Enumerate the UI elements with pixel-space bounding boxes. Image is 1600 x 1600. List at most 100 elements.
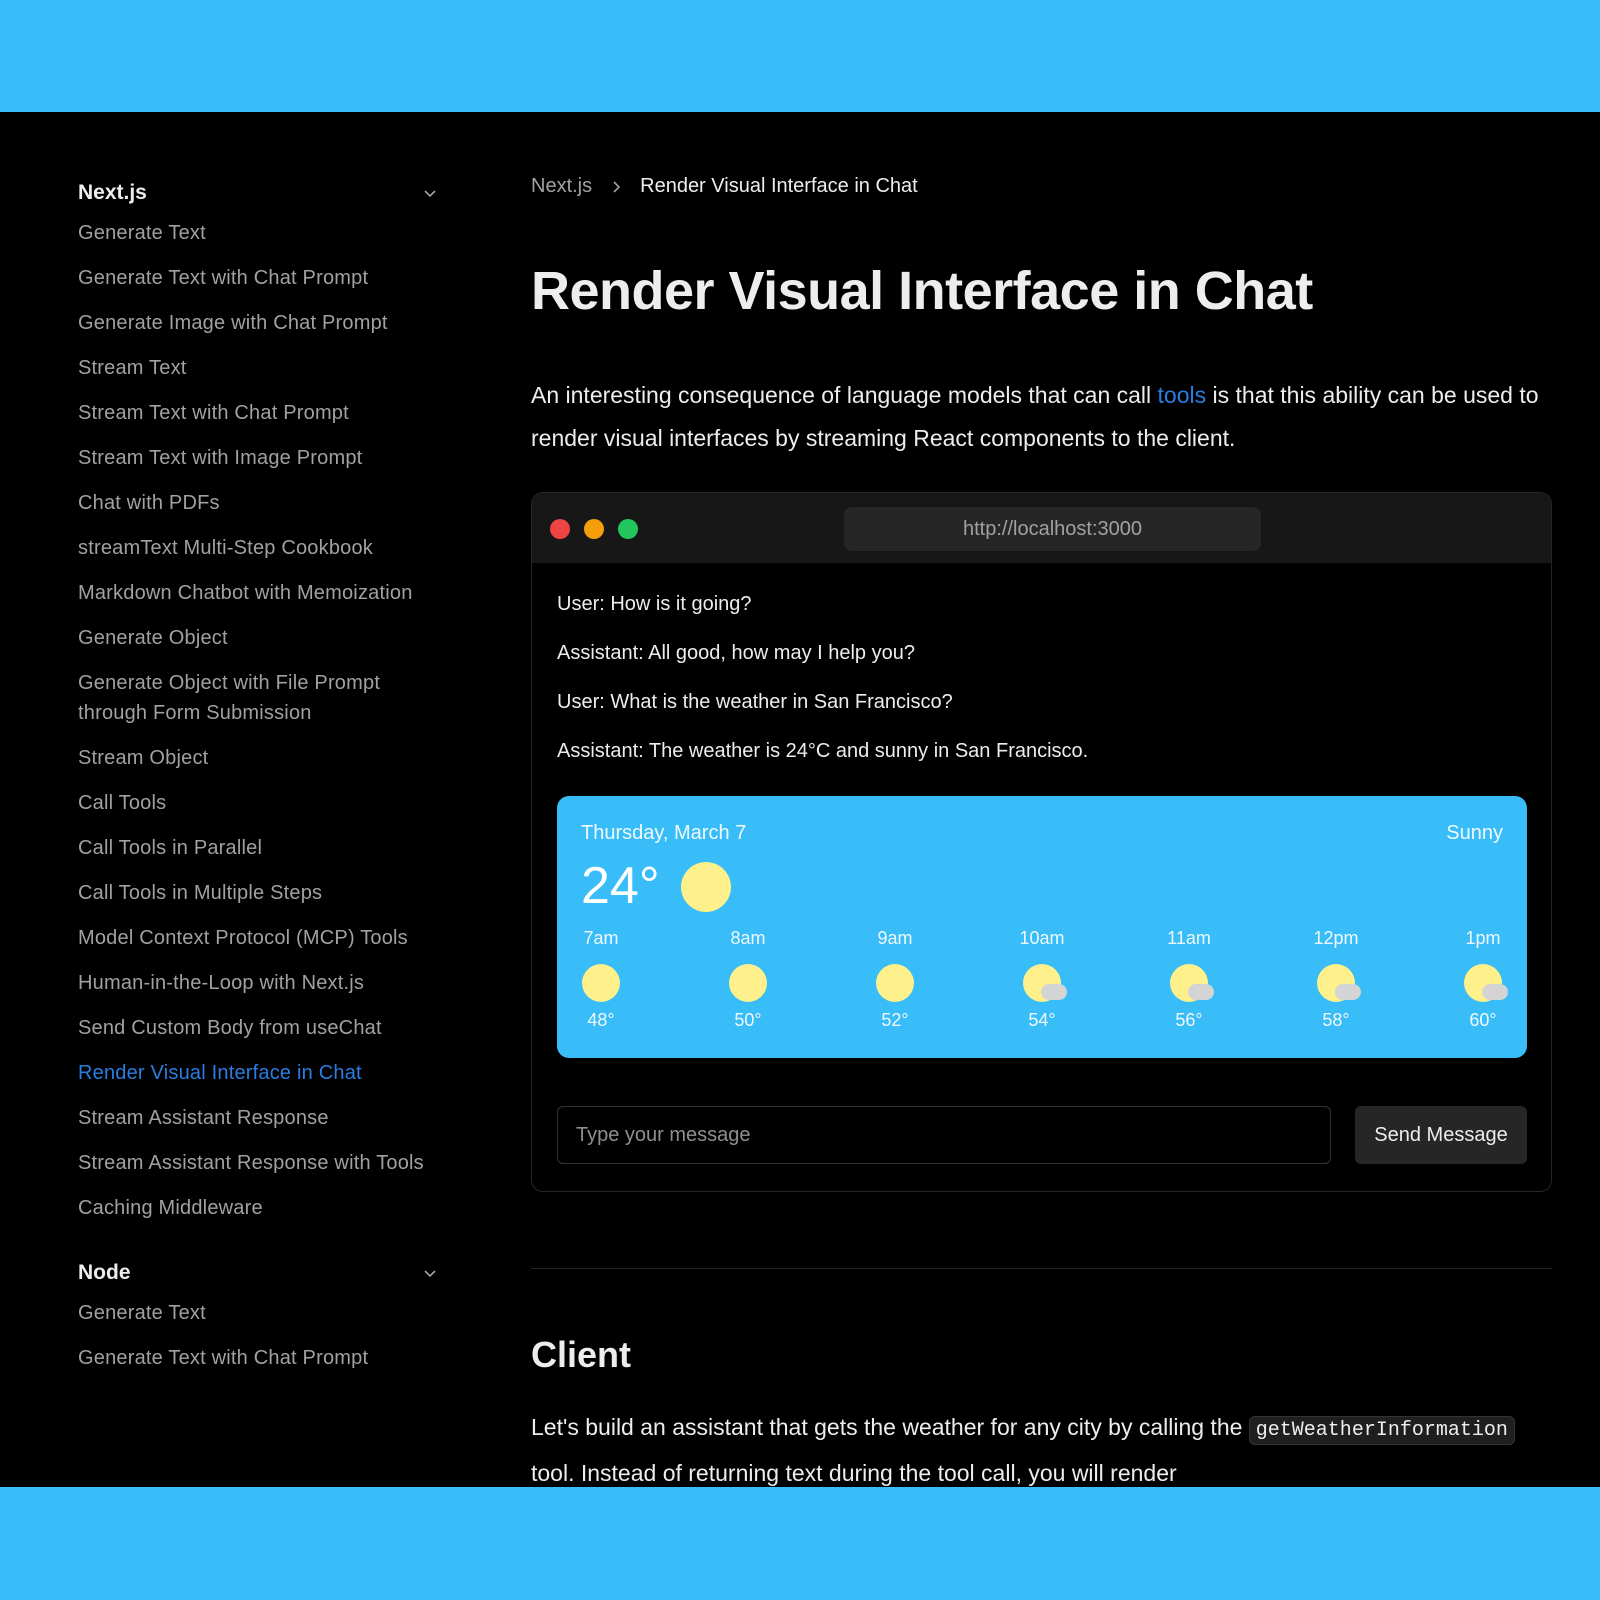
sidebar-item-generate-text-with-chat-prompt[interactable]: Generate Text with Chat Prompt xyxy=(78,1336,453,1381)
sidebar-item-stream-text[interactable]: Stream Text xyxy=(78,346,453,391)
docs-page: Next.js Generate Text Generate Text with … xyxy=(0,112,1600,1487)
chevron-right-icon xyxy=(608,179,624,195)
partly-cloudy-icon xyxy=(1023,964,1067,1002)
chevron-down-icon[interactable] xyxy=(419,1262,441,1284)
hour-time: 7am xyxy=(583,928,619,948)
sidebar-list-nextjs: Generate Text Generate Text with Chat Pro… xyxy=(78,211,453,1231)
hourly-forecast: 7am 48° 8am 50° 9am 52° 10am 54° 11am 56° 12pm 58° 1… xyxy=(581,928,1508,1031)
sidebar-section-title: Next.js xyxy=(78,181,147,204)
hour-forecast: 1pm 60° xyxy=(1463,928,1508,1031)
demo-browser-window: http://localhost:3000 User: How is it go… xyxy=(531,492,1552,1192)
cloud-icon xyxy=(1041,984,1067,1000)
hour-forecast: 11am 56° xyxy=(1167,928,1214,1031)
sidebar-item-generate-object[interactable]: Generate Object xyxy=(78,616,453,661)
minimize-window-dot xyxy=(584,519,604,539)
hour-time: 8am xyxy=(730,928,766,948)
hour-forecast: 9am 52° xyxy=(875,928,915,1031)
sun-icon xyxy=(582,964,620,1002)
partly-cloudy-icon xyxy=(1170,964,1214,1002)
section-divider xyxy=(531,1268,1552,1269)
tools-link[interactable]: tools xyxy=(1158,382,1207,408)
sidebar-item-stream-assistant-response[interactable]: Stream Assistant Response xyxy=(78,1096,453,1141)
message-input[interactable] xyxy=(557,1106,1331,1164)
sidebar-section-node[interactable]: Node xyxy=(78,1255,453,1291)
sidebar-item-generate-object-with-file-prompt-through-form-submission[interactable]: Generate Object with File Prompt through… xyxy=(78,661,453,736)
chat-message: User: How is it going? xyxy=(557,593,752,615)
client-text: Let's build an assistant that gets the w… xyxy=(531,1414,1249,1440)
url-bar: http://localhost:3000 xyxy=(844,507,1261,551)
send-message-button[interactable]: Send Message xyxy=(1355,1106,1527,1164)
sidebar-item-caching-middleware[interactable]: Caching Middleware xyxy=(78,1186,453,1231)
sidebar-item-model-context-protocol-mcp-tools[interactable]: Model Context Protocol (MCP) Tools xyxy=(78,916,453,961)
sidebar-item-markdown-chatbot-with-memoization[interactable]: Markdown Chatbot with Memoization xyxy=(78,571,453,616)
browser-toolbar: http://localhost:3000 xyxy=(532,493,1551,563)
sidebar-item-human-in-the-loop-with-next-js[interactable]: Human-in-the-Loop with Next.js xyxy=(78,961,453,1006)
hour-temp: 58° xyxy=(1322,1010,1350,1030)
hour-time: 9am xyxy=(877,928,913,948)
hour-temp: 56° xyxy=(1175,1010,1203,1030)
sidebar-item-generate-text-with-chat-prompt[interactable]: Generate Text with Chat Prompt xyxy=(78,256,453,301)
sun-icon xyxy=(876,964,914,1002)
hour-forecast: 7am 48° xyxy=(581,928,621,1031)
intro-text: An interesting consequence of language m… xyxy=(531,382,1158,408)
close-window-dot xyxy=(550,519,570,539)
hour-time: 10am xyxy=(1019,928,1065,948)
partly-cloudy-icon xyxy=(1464,964,1508,1002)
sidebar-section-title: Node xyxy=(78,1261,131,1284)
sidebar-item-stream-text-with-chat-prompt[interactable]: Stream Text with Chat Prompt xyxy=(78,391,453,436)
sidebar-item-call-tools-in-parallel[interactable]: Call Tools in Parallel xyxy=(78,826,453,871)
inline-code: getWeatherInformation xyxy=(1248,1416,1515,1445)
sun-icon xyxy=(681,862,731,912)
sidebar: Next.js Generate Text Generate Text with … xyxy=(78,175,453,1381)
chevron-down-icon[interactable] xyxy=(419,182,441,204)
weather-condition: Sunny xyxy=(1446,822,1503,844)
partly-cloudy-icon xyxy=(1317,964,1361,1002)
hour-temp: 52° xyxy=(881,1010,909,1030)
cloud-icon xyxy=(1335,984,1361,1000)
client-paragraph: Let's build an assistant that gets the w… xyxy=(531,1406,1551,1487)
weather-date: Thursday, March 7 xyxy=(581,822,747,844)
sidebar-item-generate-text[interactable]: Generate Text xyxy=(78,211,453,256)
sun-icon xyxy=(876,964,914,1002)
sidebar-item-stream-text-with-image-prompt[interactable]: Stream Text with Image Prompt xyxy=(78,436,453,481)
sidebar-item-generate-text[interactable]: Generate Text xyxy=(78,1291,453,1336)
sidebar-list-node: Generate Text Generate Text with Chat Pro… xyxy=(78,1291,453,1381)
maximize-window-dot xyxy=(618,519,638,539)
sidebar-item-render-visual-interface-in-chat[interactable]: Render Visual Interface in Chat xyxy=(78,1051,453,1096)
hour-temp: 50° xyxy=(734,1010,762,1030)
page-title: Render Visual Interface in Chat xyxy=(531,261,1313,321)
chat-message: Assistant: The weather is 24°C and sunny… xyxy=(557,740,1089,762)
sidebar-item-stream-object[interactable]: Stream Object xyxy=(78,736,453,781)
hour-time: 1pm xyxy=(1465,928,1501,948)
sun-icon xyxy=(582,964,620,1002)
sidebar-item-send-custom-body-from-usechat[interactable]: Send Custom Body from useChat xyxy=(78,1006,453,1051)
hour-forecast: 12pm 58° xyxy=(1313,928,1361,1031)
hour-temp: 48° xyxy=(587,1010,615,1030)
intro-paragraph: An interesting consequence of language m… xyxy=(531,374,1541,460)
chat-message: User: What is the weather in San Francis… xyxy=(557,691,953,713)
breadcrumb-parent-link[interactable]: Next.js xyxy=(531,175,592,198)
breadcrumb: Next.js Render Visual Interface in Chat xyxy=(531,175,918,198)
sidebar-item-chat-with-pdfs[interactable]: Chat with PDFs xyxy=(78,481,453,526)
sidebar-item-stream-assistant-response-with-tools[interactable]: Stream Assistant Response with Tools xyxy=(78,1141,453,1186)
sidebar-item-streamtext-multi-step-cookbook[interactable]: streamText Multi-Step Cookbook xyxy=(78,526,453,571)
sidebar-section-nextjs[interactable]: Next.js xyxy=(78,175,453,211)
cloud-icon xyxy=(1482,984,1508,1000)
hour-time: 11am xyxy=(1167,928,1211,948)
sun-icon xyxy=(729,964,767,1002)
client-text: tool. Instead of returning text during t… xyxy=(531,1460,1177,1486)
sidebar-item-call-tools[interactable]: Call Tools xyxy=(78,781,453,826)
sidebar-item-call-tools-in-multiple-steps[interactable]: Call Tools in Multiple Steps xyxy=(78,871,453,916)
weather-card: Thursday, March 7 Sunny 24° 7am 48° 8am 50°… xyxy=(557,796,1527,1058)
hour-temp: 54° xyxy=(1028,1010,1056,1030)
chat-message: Assistant: All good, how may I help you? xyxy=(557,642,915,664)
hour-time: 12pm xyxy=(1313,928,1359,948)
sun-icon xyxy=(729,964,767,1002)
sidebar-item-generate-image-with-chat-prompt[interactable]: Generate Image with Chat Prompt xyxy=(78,301,453,346)
weather-current-temp: 24° xyxy=(581,857,660,915)
hour-temp: 60° xyxy=(1469,1010,1497,1030)
breadcrumb-current: Render Visual Interface in Chat xyxy=(640,175,918,197)
chat-messages: User: How is it going? Assistant: All go… xyxy=(557,589,1088,785)
cloud-icon xyxy=(1188,984,1214,1000)
client-heading: Client xyxy=(531,1334,632,1375)
